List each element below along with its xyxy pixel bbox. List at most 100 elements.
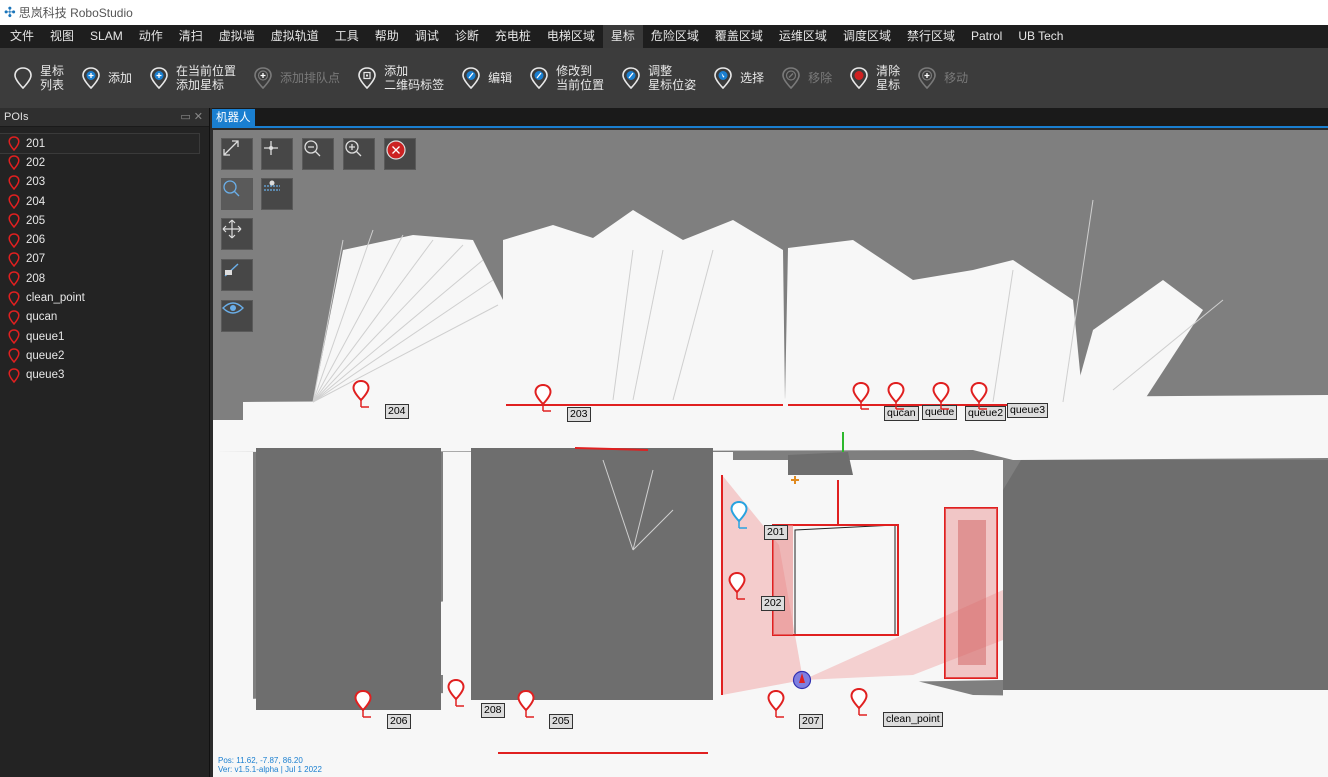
robot-pose-text: Pos: 11.62, -7.87, 86.20 — [218, 756, 303, 765]
poi-list-item[interactable]: clean_point — [0, 288, 209, 307]
menu-item[interactable]: 调度区域 — [835, 25, 899, 48]
poi-list-item[interactable]: 202 — [0, 153, 209, 172]
relocate-button[interactable] — [221, 259, 253, 291]
zoom-out-button[interactable] — [302, 138, 334, 170]
toolbar-button-label: 调整 星标位姿 — [648, 64, 697, 92]
map-poi-label: 205 — [549, 714, 573, 729]
menu-item[interactable]: UB Tech — [1010, 25, 1071, 48]
menu-item[interactable]: 覆盖区域 — [707, 25, 771, 48]
poi-panel-title: POIs — [4, 111, 29, 123]
panel-dock-close-buttons[interactable]: ▭ ✕ — [180, 108, 203, 127]
zoom-search-icon — [223, 180, 240, 197]
map-poi-label: queue3 — [1007, 403, 1049, 418]
poi-list-item[interactable]: 208 — [0, 269, 209, 288]
map-pin-icon — [728, 572, 746, 600]
poi-pin-icon — [8, 155, 20, 171]
poi-list-item[interactable]: 204 — [0, 192, 209, 211]
map-graphic — [213, 199, 1328, 777]
toolbar: 星标 列表 添加 在当前位置 添加星标 添加排队点 添加 二维码标签 编辑 修改到 当前位置… — [0, 48, 1328, 108]
menu-item[interactable]: 调试 — [407, 25, 447, 48]
menu-item[interactable]: 工具 — [327, 25, 367, 48]
menu-item[interactable]: 清扫 — [171, 25, 211, 48]
toolbar-button[interactable]: 添加 — [80, 65, 132, 91]
toolbar-button[interactable]: 选择 — [712, 65, 764, 91]
add-queue-icon — [252, 65, 274, 91]
poi-panel: POIs ▭ ✕ 201 202 203 204 205 206 207 208 clean_p… — [0, 108, 210, 777]
menu-item[interactable]: 诊断 — [447, 25, 487, 48]
zoom-in-button[interactable] — [343, 138, 375, 170]
menu-item[interactable]: SLAM — [82, 25, 131, 48]
menu-item[interactable]: 电梯区域 — [539, 25, 603, 48]
toolbar-button-label: 修改到 当前位置 — [556, 64, 605, 92]
view-toggle-button[interactable] — [221, 300, 253, 332]
map-poi-label: 204 — [385, 404, 409, 419]
add-circle-icon — [80, 65, 102, 91]
toolbar-button[interactable]: 移除 — [780, 65, 832, 91]
poi-pin-icon — [8, 367, 20, 383]
move-to-current-icon — [528, 65, 550, 91]
menu-item[interactable]: 虚拟墙 — [211, 25, 263, 48]
toolbar-button[interactable]: 修改到 当前位置 — [528, 64, 604, 92]
poi-list-item[interactable]: queue1 — [0, 327, 209, 346]
menu-item[interactable]: Patrol — [963, 25, 1010, 48]
poi-name: qucan — [26, 311, 58, 324]
toolbar-button-label: 在当前位置 添加星标 — [176, 64, 237, 92]
menu-item[interactable]: 文件 — [2, 25, 42, 48]
poi-name: 206 — [26, 234, 46, 247]
poi-pin-icon — [8, 329, 20, 345]
poi-list-item[interactable]: 205 — [0, 211, 209, 230]
tab-robot[interactable]: 机器人 — [212, 109, 255, 127]
poi-list-item[interactable]: 206 — [0, 230, 209, 249]
toolbar-button[interactable]: 调整 星标位姿 — [620, 64, 696, 92]
poi-list-item[interactable]: queue2 — [0, 346, 209, 365]
app-logo-icon: ✣ — [4, 4, 16, 20]
move-arrows-icon — [222, 219, 242, 239]
qrcode-pin-icon — [356, 65, 378, 91]
toolbar-button[interactable]: 清除 星标 — [848, 64, 900, 92]
toolbar-button-label: 编辑 — [488, 71, 513, 85]
select-pin-icon — [712, 65, 734, 91]
poi-name: 208 — [26, 272, 46, 285]
toolbar-button-label: 星标 列表 — [40, 64, 65, 92]
menu-item[interactable]: 禁行区域 — [899, 25, 963, 48]
map-pin-icon — [850, 688, 868, 716]
toolbar-button[interactable]: 星标 列表 — [12, 64, 64, 92]
toolbar-button[interactable]: 移动 — [916, 65, 968, 91]
toolbar-button[interactable]: 编辑 — [460, 65, 512, 91]
fit-view-button[interactable] — [221, 138, 253, 170]
poi-list-item[interactable]: queue3 — [0, 366, 209, 385]
poi-pin-icon — [8, 310, 20, 325]
toolbar-button-label: 移除 — [808, 71, 833, 85]
toolbar-button[interactable]: 添加 二维码标签 — [356, 64, 444, 92]
zoom-area-button[interactable] — [221, 178, 253, 210]
stop-button[interactable] — [384, 138, 416, 170]
poi-list-item[interactable]: 207 — [0, 250, 209, 269]
map-canvas[interactable]: 204 203 qucan queue queue2 queue3 201 202 206 208… — [213, 130, 1328, 777]
robot-icon[interactable] — [792, 670, 812, 690]
toolbar-button-label: 添加排队点 — [280, 71, 341, 85]
menu-item[interactable]: 帮助 — [367, 25, 407, 48]
center-robot-button[interactable] — [261, 138, 293, 170]
toolbar-button[interactable]: 在当前位置 添加星标 — [148, 64, 236, 92]
poi-list-item[interactable]: qucan — [0, 308, 209, 327]
menu-item[interactable]: 视图 — [42, 25, 82, 48]
robot-layer-icon — [264, 180, 280, 191]
poi-list-item[interactable]: 203 — [0, 173, 209, 192]
toolbar-button[interactable]: 添加排队点 — [252, 65, 340, 91]
menu-item[interactable]: 充电桩 — [487, 25, 539, 48]
menu-item[interactable]: 星标 — [602, 25, 643, 48]
relocate-icon — [224, 263, 239, 277]
map-pin-icon — [932, 382, 950, 410]
version-text: Ver: v1.5.1-alpha | Jul 1 2022 — [218, 765, 322, 774]
pan-button[interactable] — [221, 218, 253, 250]
menu-item[interactable]: 动作 — [131, 25, 171, 48]
layer-toggle-button[interactable] — [261, 178, 293, 210]
menu-item[interactable]: 危险区域 — [643, 25, 707, 48]
crosshair-icon — [264, 141, 278, 155]
poi-list-item[interactable]: 201 — [0, 132, 200, 155]
poi-name: 201 — [26, 137, 46, 150]
map-poi-label: clean_point — [883, 712, 943, 727]
stop-icon — [386, 140, 406, 160]
menu-item[interactable]: 运维区域 — [771, 25, 835, 48]
menu-item[interactable]: 虚拟轨道 — [263, 25, 327, 48]
